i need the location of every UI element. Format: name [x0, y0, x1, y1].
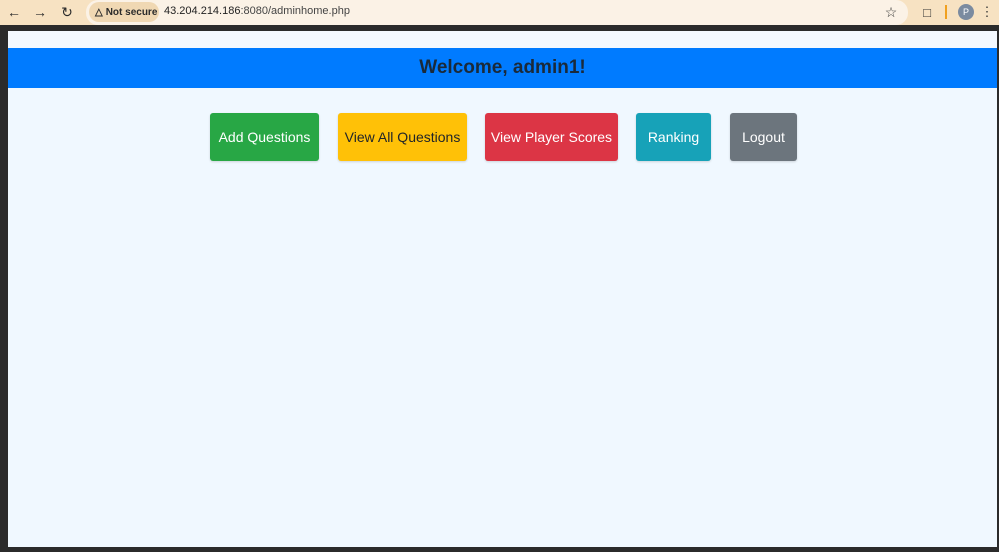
view-all-questions-button[interactable]: View All Questions — [338, 113, 467, 161]
url-host: 43.204.214.186 — [164, 5, 241, 17]
kebab-menu-icon[interactable]: ⋮ — [981, 3, 994, 21]
view-player-scores-button[interactable]: View Player Scores — [485, 113, 618, 161]
forward-arrow-icon[interactable]: → — [30, 3, 50, 21]
browser-toolbar: ← → ↻ △ Not secure 43.204.214.186:8080/a… — [0, 0, 999, 25]
url-text[interactable]: 43.204.214.186:8080/adminhome.php — [164, 5, 350, 17]
extensions-puzzle-icon[interactable]: □ — [918, 3, 936, 21]
security-label: Not secure — [105, 6, 158, 18]
warning-triangle-icon: △ — [95, 6, 103, 18]
page-viewport: Welcome, admin1! Add Questions View All … — [8, 31, 997, 547]
logout-button[interactable]: Logout — [730, 113, 797, 161]
reload-icon[interactable]: ↻ — [57, 3, 77, 21]
security-chip[interactable]: △ Not secure — [89, 2, 159, 22]
profile-avatar[interactable]: P — [958, 4, 974, 20]
url-path: :8080/adminhome.php — [240, 5, 350, 17]
welcome-header: Welcome, admin1! — [8, 48, 997, 88]
toolbar-divider — [945, 5, 947, 19]
back-arrow-icon[interactable]: ← — [4, 3, 24, 21]
page-top-strip — [8, 31, 997, 48]
ranking-button[interactable]: Ranking — [636, 113, 711, 161]
page-title: Welcome, admin1! — [419, 57, 586, 78]
add-questions-button[interactable]: Add Questions — [210, 113, 319, 161]
bookmark-star-icon[interactable]: ☆ — [882, 2, 900, 22]
